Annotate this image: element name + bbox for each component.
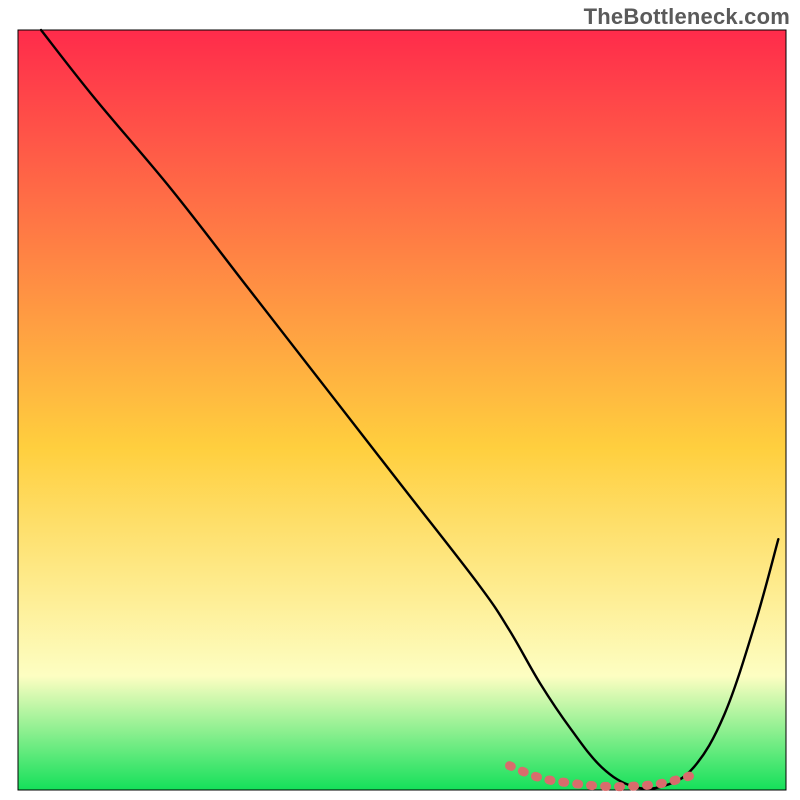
- chart-frame: TheBottleneck.com: [0, 0, 800, 800]
- bottleneck-chart: [0, 0, 800, 800]
- watermark-text: TheBottleneck.com: [584, 4, 790, 30]
